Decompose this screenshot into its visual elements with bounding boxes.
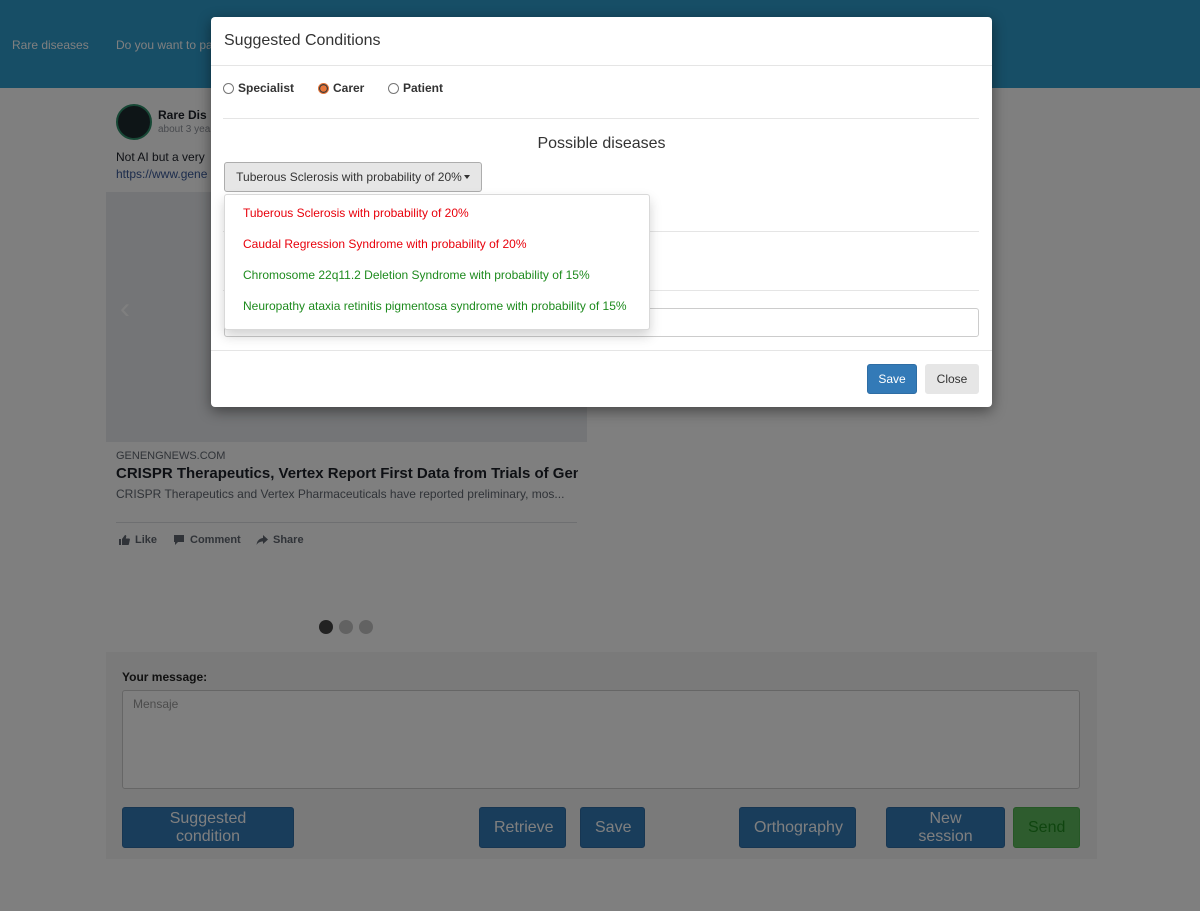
specialist-label: Specialist <box>238 81 295 95</box>
patient-label: Patient <box>403 81 444 95</box>
dropdown-selected-label: Tuberous Sclerosis with probability of 2… <box>236 170 462 184</box>
divider <box>223 118 979 119</box>
divider <box>211 65 992 66</box>
modal-close-button[interactable]: Close <box>925 364 979 394</box>
disease-option[interactable]: Tuberous Sclerosis with probability of 2… <box>225 198 649 229</box>
role-carer[interactable]: Carer <box>318 81 364 95</box>
disease-dropdown-toggle[interactable]: Tuberous Sclerosis with probability of 2… <box>224 162 482 192</box>
specialist-radio[interactable] <box>223 82 234 94</box>
disease-option[interactable]: Neuropathy ataxia retinitis pigmentosa s… <box>225 291 649 322</box>
caret-down-icon <box>463 175 470 179</box>
modal-save-button[interactable]: Save <box>867 364 917 394</box>
carer-label: Carer <box>333 81 365 95</box>
modal-title: Suggested Conditions <box>224 32 381 49</box>
divider <box>211 350 992 351</box>
disease-option[interactable]: Chromosome 22q11.2 Deletion Syndrome wit… <box>225 260 649 291</box>
role-patient[interactable]: Patient <box>388 81 443 95</box>
disease-dropdown-menu: Tuberous Sclerosis with probability of 2… <box>224 194 650 330</box>
suggested-conditions-modal: Suggested Conditions Specialist Carer Pa… <box>211 17 992 407</box>
disease-option[interactable]: Caudal Regression Syndrome with probabil… <box>225 229 649 260</box>
role-specialist[interactable]: Specialist <box>223 81 294 95</box>
carer-radio[interactable] <box>318 82 329 94</box>
possible-diseases-heading: Possible diseases <box>537 135 666 152</box>
patient-radio[interactable] <box>388 82 399 94</box>
